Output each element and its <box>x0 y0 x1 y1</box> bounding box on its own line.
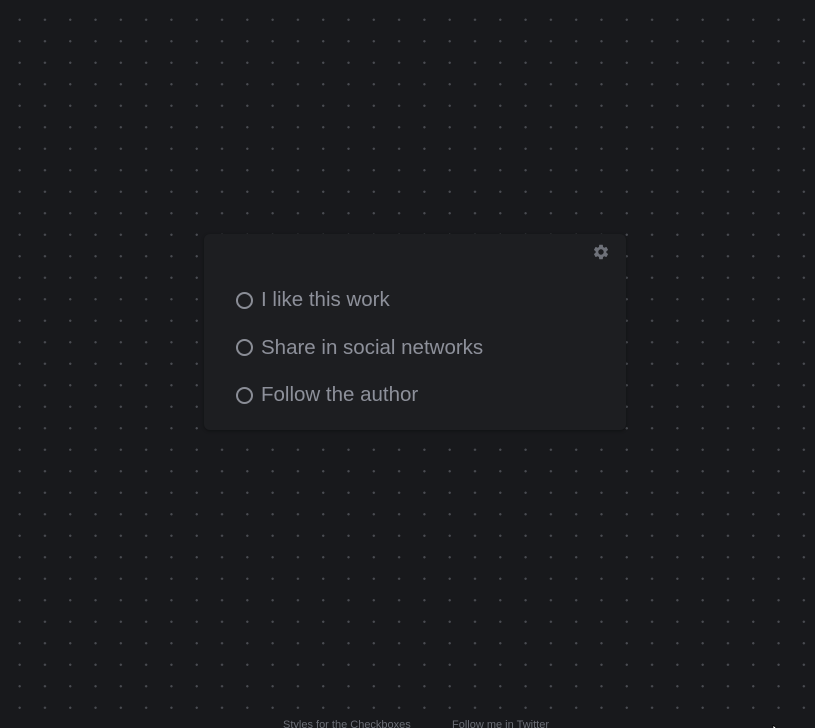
footer: Styles for the Checkboxes Follow me in T… <box>0 719 815 728</box>
checkbox-item-like[interactable]: I like this work <box>236 286 483 314</box>
mouse-cursor-icon <box>772 722 782 728</box>
gear-icon[interactable] <box>592 243 610 261</box>
checkbox-label: Share in social networks <box>261 335 484 359</box>
checkbox-label: Follow the author <box>261 383 419 406</box>
checkbox-item-share[interactable]: Share in social networks <box>236 334 483 362</box>
checkbox-circle[interactable] <box>236 386 253 404</box>
checkbox-circle[interactable] <box>236 291 253 309</box>
checkbox-card: I like this work Share in social network… <box>204 234 626 430</box>
checkbox-label: I like this work <box>261 288 390 311</box>
checkbox-list: I like this work Share in social network… <box>236 286 483 429</box>
footer-link-styles[interactable]: Styles for the Checkboxes <box>283 719 411 728</box>
checkbox-item-follow[interactable]: Follow the author <box>236 381 483 409</box>
checkbox-circle[interactable] <box>236 339 253 356</box>
footer-link-twitter[interactable]: Follow me in Twitter <box>452 719 549 728</box>
gear-icon-graphic <box>593 244 609 260</box>
